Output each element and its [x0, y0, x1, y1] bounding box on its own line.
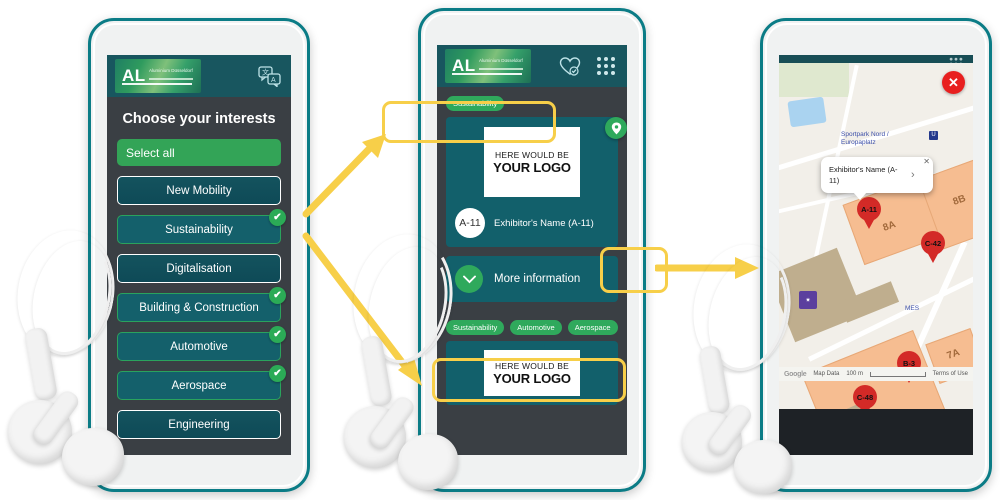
stand-badge: A-11: [455, 208, 485, 238]
exhibitor-name: Exhibitor's Name (A-11): [494, 217, 594, 229]
subway-icon: U: [929, 131, 938, 140]
svg-text:A: A: [271, 77, 276, 84]
more-information-label: More information: [494, 273, 581, 285]
map-marker-A-11[interactable]: A-11: [857, 197, 881, 229]
interest-list-body: Choose your interests Select all New Mob…: [107, 111, 291, 439]
page-title: Choose your interests: [122, 111, 276, 127]
select-all-button[interactable]: Select all: [117, 139, 281, 166]
header-icons: 文 A: [257, 64, 283, 88]
earbud-stem: [705, 401, 755, 459]
interest-chip-engineering[interactable]: Engineering: [117, 410, 281, 439]
check-icon: ✔: [269, 326, 286, 343]
chip-label: Aerospace: [171, 379, 227, 392]
marker-tip: [859, 406, 871, 409]
interest-chip-new-mobility[interactable]: New Mobility: [117, 176, 281, 205]
logo-rule-small: [149, 78, 193, 80]
map-poi-icon: ✷: [799, 291, 817, 309]
map-view[interactable]: 8A 8B 7A ✷ Sportpark Nord / Europaplatz …: [779, 63, 973, 409]
earbud-body: [682, 412, 742, 472]
phone-mockup-interests: AL Aluminium Düsseldorf 文 A Choose your …: [88, 18, 310, 492]
map-attribution-bar: Google Map Data 100 m Terms of Use: [779, 367, 973, 381]
heart-check-icon[interactable]: [558, 54, 584, 78]
map-pin-button[interactable]: [605, 117, 627, 139]
map-data-label[interactable]: Map Data: [813, 371, 839, 377]
logo-subtitle: Aluminium Düsseldorf: [149, 68, 193, 73]
logo-placeholder-line1: HERE WOULD BE: [495, 149, 569, 160]
chip-label: Building & Construction: [139, 301, 259, 314]
logo-placeholder-line2: YOUR LOGO: [493, 159, 571, 175]
check-icon: ✔: [269, 365, 286, 382]
diagram-canvas: AL Aluminium Düsseldorf 文 A Choose your …: [0, 0, 1000, 500]
google-logo: Google: [784, 370, 807, 378]
map-water: [787, 96, 827, 128]
map-marker-C-42[interactable]: C-42: [921, 231, 945, 263]
chip-label: Engineering: [168, 418, 230, 431]
logo-rule: [452, 73, 522, 75]
map-scale-bar: [870, 371, 926, 377]
map-callout[interactable]: Exhibitor's Name (A-11) › ✕: [821, 157, 933, 200]
logo-rule: [122, 83, 192, 85]
logo-subtitle: Aluminium Düsseldorf: [479, 58, 523, 63]
map-scale-label: 100 m: [846, 371, 864, 377]
marker-tip: [863, 218, 875, 229]
app-header: AL Aluminium Düsseldorf 文 A: [107, 55, 291, 97]
chip-label: Digitalisation: [166, 262, 232, 275]
earbud-body: [344, 406, 406, 468]
earbud-stem: [30, 387, 82, 449]
arrow-interests-to-tag: [302, 134, 386, 218]
arrow-pin-to-map: [655, 257, 759, 279]
interest-chip-building-construction[interactable]: Building & Construction ✔: [117, 287, 286, 322]
earbud-stem: [698, 344, 731, 416]
map-green-area: [779, 63, 849, 97]
interest-chip-digitalisation[interactable]: Digitalisation: [117, 254, 281, 283]
chip-label: Automotive: [170, 340, 228, 353]
close-icon[interactable]: ✕: [923, 157, 930, 166]
header-icons: [558, 54, 619, 78]
earbud-body: [8, 400, 72, 464]
more-information-button[interactable]: More information: [446, 256, 618, 302]
exhibitor-row: A-11 Exhibitor's Name (A-11): [455, 208, 609, 238]
translate-icon[interactable]: 文 A: [257, 64, 283, 88]
marker-tip: [927, 252, 939, 263]
interest-chip-automotive[interactable]: Automotive ✔: [117, 326, 286, 361]
logo-rule-small: [479, 68, 523, 70]
tag-row: Sustainability Automotive Aerospace: [446, 320, 618, 335]
terms-of-use-link[interactable]: Terms of Use: [933, 371, 968, 377]
grid-dots-icon[interactable]: [593, 54, 619, 78]
phone1-screen: AL Aluminium Düsseldorf 文 A Choose your …: [107, 55, 291, 455]
app-logo: AL Aluminium Düsseldorf: [115, 59, 201, 93]
phone3-screen: 8A 8B 7A ✷ Sportpark Nord / Europaplatz …: [779, 55, 973, 455]
chevron-down-icon: [455, 265, 483, 293]
interest-chip-sustainability[interactable]: Sustainability ✔: [117, 209, 286, 244]
map-poi-label: Sportpark Nord / Europaplatz: [841, 131, 889, 146]
tag-aerospace[interactable]: Aerospace: [567, 320, 618, 335]
grid-dots: [597, 57, 615, 75]
tag-automotive[interactable]: Automotive: [510, 320, 562, 335]
arrow-interests-to-tagrow: [302, 232, 422, 386]
chip-label: New Mobility: [166, 184, 232, 197]
check-icon: ✔: [269, 209, 286, 226]
app-logo: AL Aluminium Düsseldorf: [445, 49, 531, 83]
close-map-button[interactable]: ✕: [942, 71, 965, 94]
earbud-stem: [23, 326, 59, 402]
highlight-box-top-tag: [382, 101, 556, 143]
map-marker-C-48[interactable]: C-48: [853, 385, 877, 409]
check-icon: ✔: [269, 287, 286, 304]
interest-chip-aerospace[interactable]: Aerospace ✔: [117, 365, 286, 400]
chip-label: Sustainability: [165, 223, 233, 236]
callout-text: Exhibitor's Name (A-11): [829, 165, 898, 185]
tag-sustainability[interactable]: Sustainability: [446, 320, 505, 335]
app-header: AL Aluminium Düsseldorf: [437, 45, 627, 87]
phone-mockup-map: 8A 8B 7A ✷ Sportpark Nord / Europaplatz …: [760, 18, 992, 492]
earbud-stem: [366, 393, 418, 453]
map-poi-label-2: MES: [905, 305, 920, 312]
highlight-box-tag-row: [432, 358, 626, 402]
chevron-right-icon[interactable]: ›: [911, 169, 915, 181]
